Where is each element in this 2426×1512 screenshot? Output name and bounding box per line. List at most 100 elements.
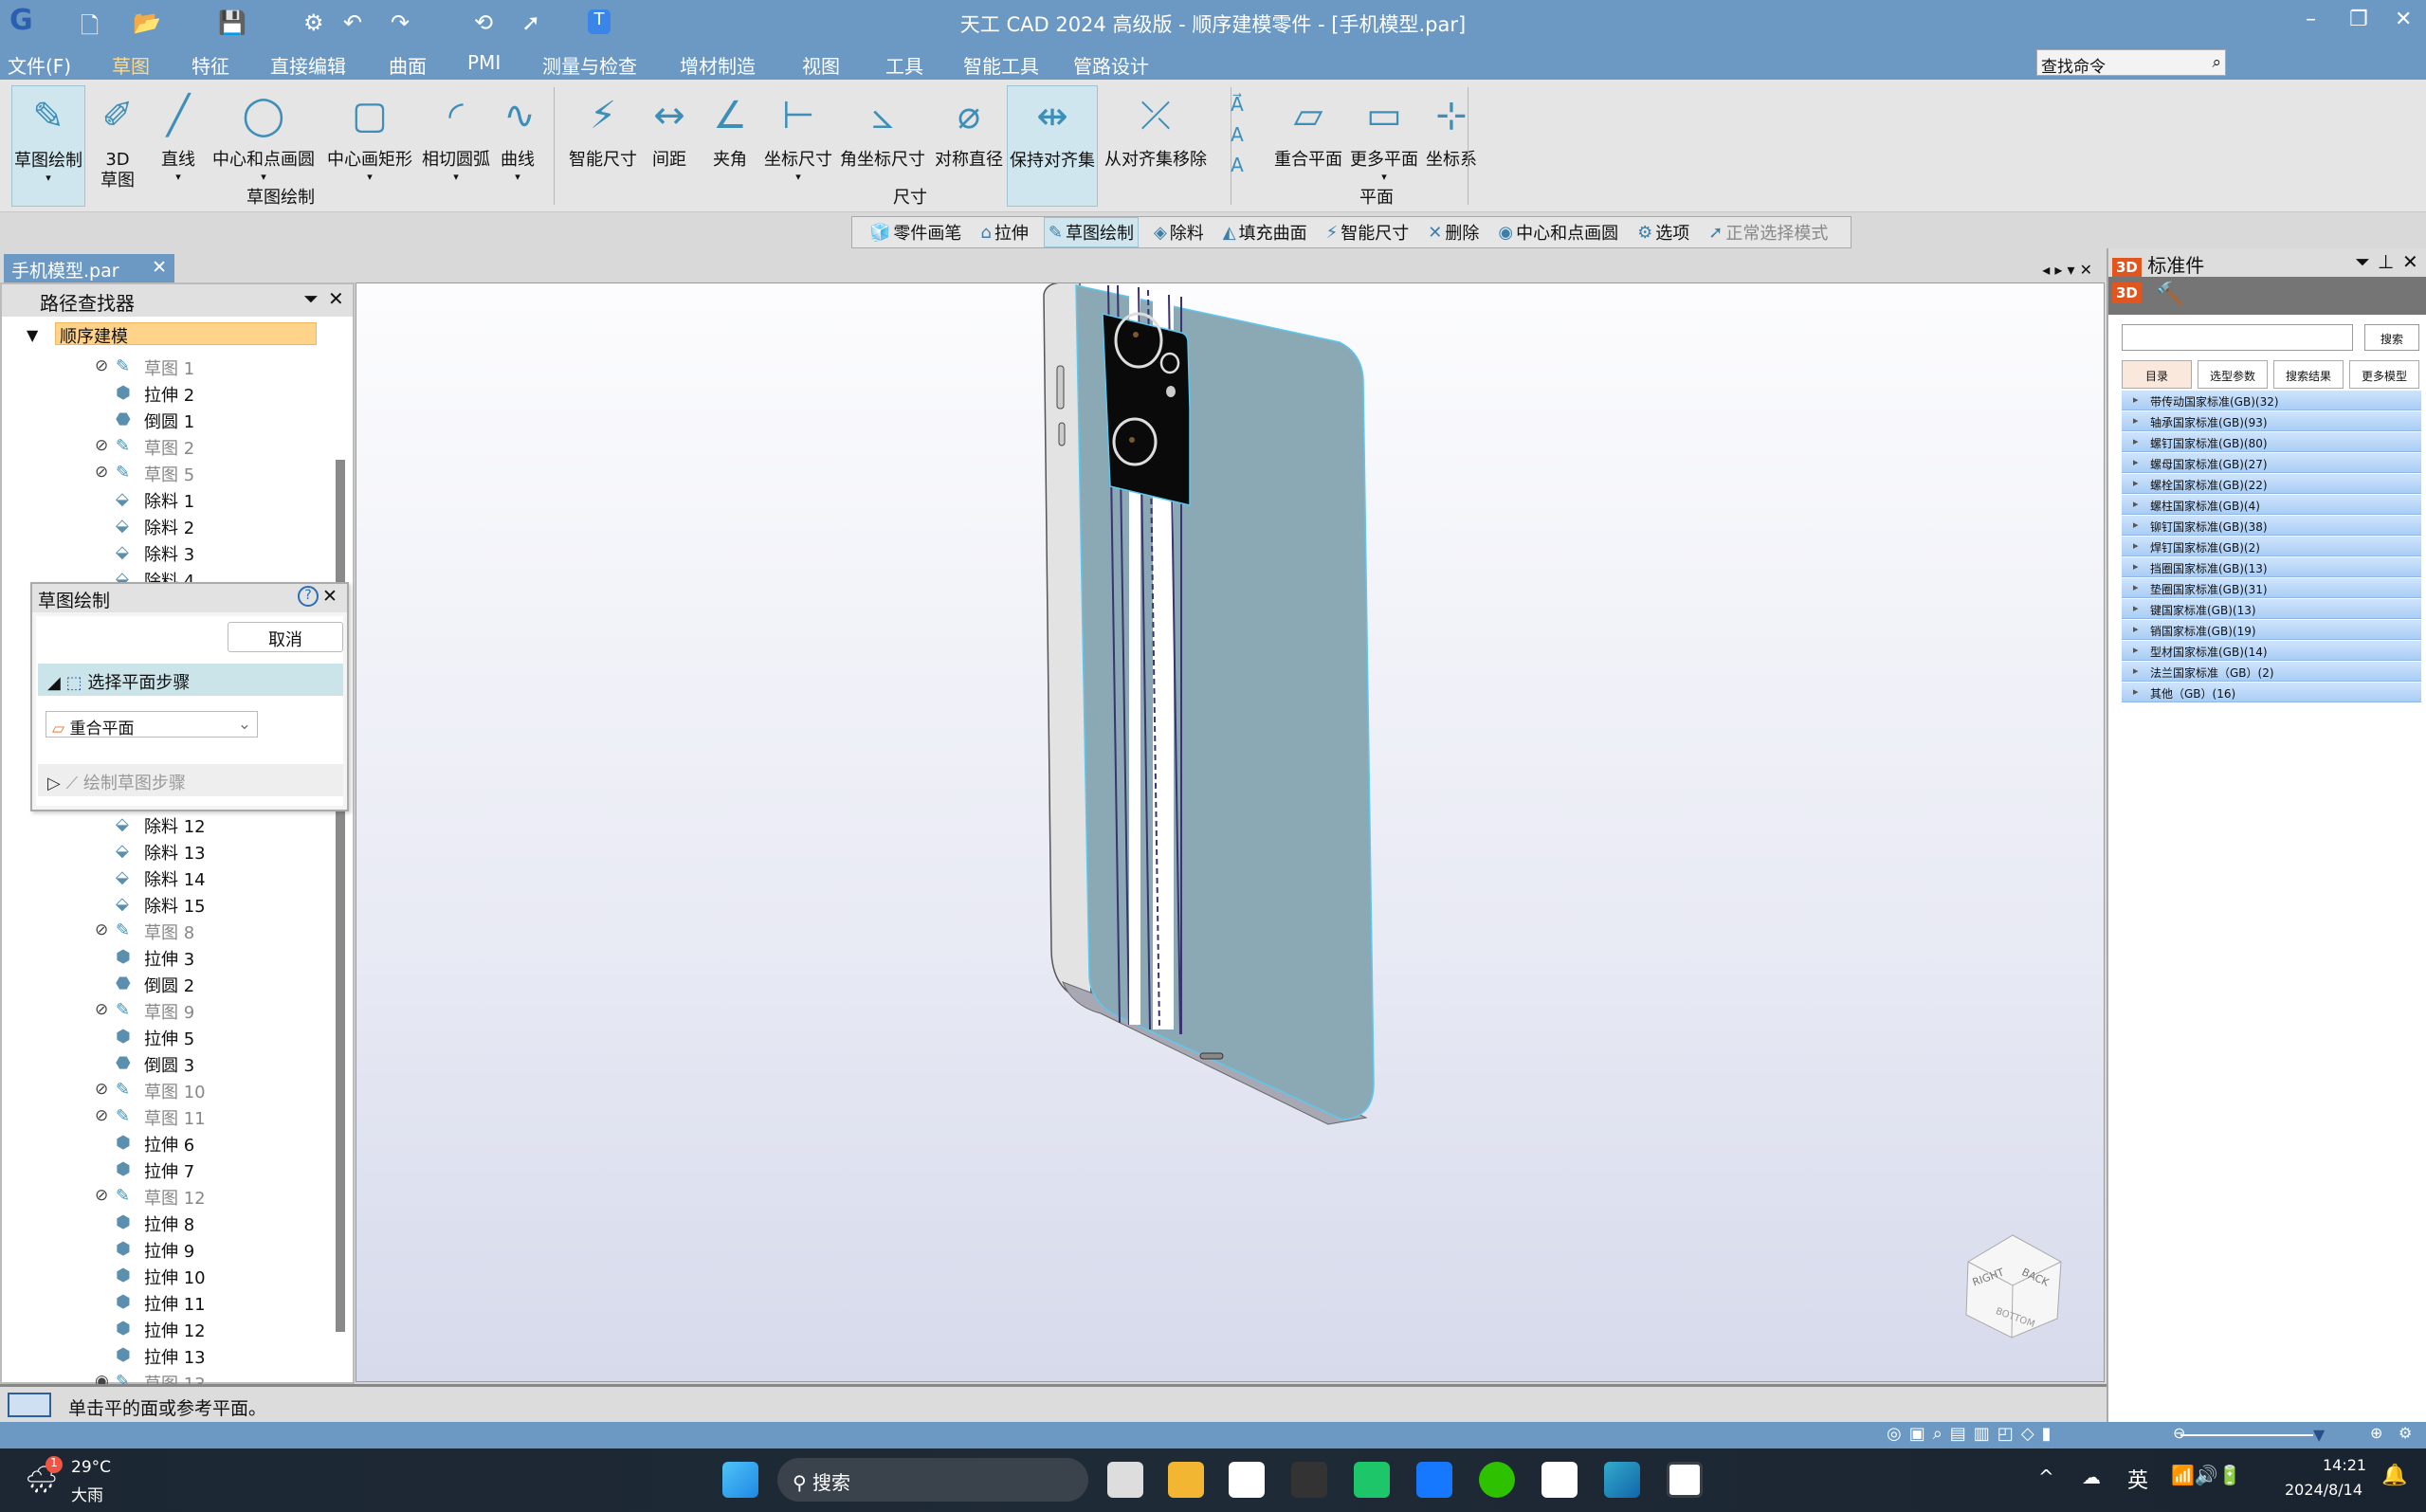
view-tool-icons[interactable]: ◎▣⌕▤▥◰◇▮ bbox=[1887, 1424, 2059, 1444]
hammer-icon[interactable]: 🔨 bbox=[2156, 281, 2184, 307]
zoom-slider[interactable] bbox=[2180, 1434, 2313, 1436]
search-icon[interactable]: ⌕ bbox=[2212, 53, 2221, 72]
app-icon[interactable] bbox=[1291, 1462, 1327, 1498]
command-1[interactable]: ⌂ 拉伸 bbox=[976, 218, 1031, 246]
menu-11[interactable]: 管路设计 bbox=[1073, 51, 1149, 79]
parts-category[interactable]: 法兰国家标准（GB）(2) bbox=[2122, 662, 2421, 682]
parts-category[interactable]: 螺钉国家标准(GB)(80) bbox=[2122, 432, 2421, 452]
menu-1[interactable]: 草图 bbox=[112, 51, 150, 83]
ribbon-button-arc[interactable]: ◜ 相切圆弧 ▾ bbox=[415, 85, 497, 207]
collapse-triangle-icon[interactable]: ▼ bbox=[27, 326, 38, 344]
command-5[interactable]: ⚡ 智能尺寸 bbox=[1322, 218, 1414, 246]
minimize-button[interactable]: – bbox=[2306, 8, 2316, 31]
hidden-eye-icon[interactable]: ⊘ bbox=[95, 1080, 108, 1099]
hidden-eye-icon[interactable]: ⊘ bbox=[95, 436, 108, 455]
parts-category[interactable]: 型材国家标准(GB)(14) bbox=[2122, 641, 2421, 661]
parts-category[interactable]: 销国家标准(GB)(19) bbox=[2122, 620, 2421, 640]
ribbon-small-icons[interactable]: A⃗ A A bbox=[1223, 89, 1251, 180]
clock-time[interactable]: 14:21 bbox=[2323, 1456, 2366, 1474]
3d-viewport[interactable]: ◂ ▸ ▾ ✕ RIGHT BACK BOTTOM bbox=[356, 261, 2106, 1383]
parts-category[interactable]: 垫圈国家标准(GB)(31) bbox=[2122, 578, 2421, 598]
hidden-eye-icon[interactable]: ⊘ bbox=[95, 463, 108, 482]
ribbon-button-coordinate-dimension[interactable]: ⊢ 坐标尺寸 ▾ bbox=[762, 85, 834, 207]
command-2[interactable]: ✎ 草图绘制 bbox=[1043, 217, 1139, 247]
file-explorer-icon[interactable] bbox=[1168, 1462, 1204, 1498]
parts-category[interactable]: 带传动国家标准(GB)(32) bbox=[2122, 391, 2421, 410]
start-button[interactable] bbox=[722, 1462, 758, 1498]
menu-3[interactable]: 直接编辑 bbox=[270, 51, 346, 79]
ribbon-button-coordinate-system[interactable]: ⊹ 坐标系 bbox=[1420, 85, 1483, 207]
parts-category[interactable]: 其他（GB）(16) bbox=[2122, 683, 2421, 702]
command-0[interactable]: 🧊 零件画笔 bbox=[866, 218, 965, 246]
close-tab-icon[interactable]: ✕ bbox=[152, 257, 167, 278]
panel-close-icon[interactable]: ✕ bbox=[328, 287, 344, 310]
panel-close-icon[interactable]: ✕ bbox=[2402, 250, 2418, 273]
cloud-icon[interactable]: ☁ bbox=[2082, 1466, 2101, 1488]
menu-5[interactable]: PMI bbox=[467, 51, 501, 74]
menu-7[interactable]: 增材制造 bbox=[680, 51, 756, 79]
parts-category[interactable]: 键国家标准(GB)(13) bbox=[2122, 599, 2421, 619]
ribbon-button-keep-alignment[interactable]: ⇹ 保持对齐集 bbox=[1007, 85, 1098, 207]
3d-parts-icon[interactable]: 3D bbox=[2112, 282, 2142, 303]
menu-0[interactable]: 文件(F) bbox=[8, 51, 71, 79]
app-green-icon[interactable] bbox=[1354, 1462, 1390, 1498]
command-6[interactable]: ✕ 删除 bbox=[1424, 218, 1483, 246]
command-4[interactable]: ◭ 填充曲面 bbox=[1219, 218, 1311, 246]
close-button[interactable]: ✕ bbox=[2395, 8, 2412, 31]
panel-menu-icon[interactable]: ⏷ bbox=[2355, 250, 2370, 273]
hidden-eye-icon[interactable]: ⊘ bbox=[95, 1000, 108, 1019]
ribbon-button-symmetric-diameter[interactable]: ⌀ 对称直径 bbox=[929, 85, 1009, 207]
parts-category[interactable]: 挡圈国家标准(GB)(13) bbox=[2122, 557, 2421, 577]
pin-icon[interactable]: ⊥ bbox=[2378, 250, 2394, 273]
parts-tab-1[interactable]: 选型参数 bbox=[2198, 360, 2268, 389]
document-tab[interactable]: 手机模型.par ✕ bbox=[4, 254, 174, 282]
ime-indicator[interactable]: 英 bbox=[2127, 1464, 2148, 1494]
command-3[interactable]: ◈ 除料 bbox=[1150, 218, 1208, 246]
app-blue-icon[interactable] bbox=[1416, 1462, 1452, 1498]
menu-6[interactable]: 测量与检查 bbox=[542, 51, 637, 79]
ribbon-button-smart-dimension[interactable]: ⚡ 智能尺寸 bbox=[565, 85, 641, 207]
parts-search-button[interactable]: 搜索 bbox=[2364, 324, 2419, 351]
command-7[interactable]: ◉ 中心和点画圆 bbox=[1494, 218, 1622, 246]
menu-9[interactable]: 工具 bbox=[885, 51, 923, 79]
clock-date[interactable]: 2024/8/14 bbox=[2285, 1481, 2362, 1499]
restore-button[interactable]: ❐ bbox=[2349, 8, 2368, 31]
zoom-out-icon[interactable]: ⊖ bbox=[2173, 1424, 2185, 1442]
find-command-input[interactable]: 查找命令 ⌕ bbox=[2036, 49, 2226, 77]
ribbon-button-sketch-pencil[interactable]: ✎ 草图绘制 ▾ bbox=[11, 85, 85, 207]
phone-model[interactable] bbox=[356, 283, 2106, 1383]
plane-dropdown[interactable]: ▱ 重合平面 ⌄ bbox=[46, 711, 258, 738]
parts-tab-0[interactable]: 目录 bbox=[2122, 360, 2192, 389]
parts-category[interactable]: 轴承国家标准(GB)(93) bbox=[2122, 411, 2421, 431]
taskbar-search[interactable]: ⚲ 搜索 bbox=[777, 1458, 1088, 1502]
parts-category[interactable]: 螺栓国家标准(GB)(22) bbox=[2122, 474, 2421, 494]
parts-tab-3[interactable]: 更多模型 bbox=[2349, 360, 2419, 389]
tiangong-cad-icon[interactable] bbox=[1667, 1462, 1703, 1498]
tray-expand-icon[interactable]: ^ bbox=[2038, 1466, 2054, 1488]
view-cube[interactable]: RIGHT BACK BOTTOM bbox=[1962, 1233, 2063, 1339]
tree-root[interactable]: 顺序建模 bbox=[55, 322, 317, 347]
ribbon-button-distance[interactable]: ↔ 间距 bbox=[645, 85, 694, 207]
menu-4[interactable]: 曲面 bbox=[389, 51, 427, 79]
parts-category[interactable]: 螺柱国家标准(GB)(4) bbox=[2122, 495, 2421, 515]
wifi-volume-battery-icons[interactable]: 📶🔊🔋 bbox=[2171, 1464, 2242, 1486]
step-draw-sketch[interactable]: ▷ ⟋ 绘制草图步骤 bbox=[38, 764, 343, 796]
help-icon[interactable]: ? bbox=[298, 586, 319, 607]
notification-bell-icon[interactable]: 🔔 bbox=[2381, 1464, 2407, 1487]
ribbon-button-coincident-plane[interactable]: ▱ 重合平面 bbox=[1270, 85, 1346, 207]
menu-10[interactable]: 智能工具 bbox=[963, 51, 1039, 79]
qq-icon[interactable] bbox=[1541, 1462, 1578, 1498]
microsoft-store-icon[interactable] bbox=[1229, 1462, 1265, 1498]
hidden-eye-icon[interactable]: ⊘ bbox=[95, 920, 108, 939]
zoom-in-icon[interactable]: ⊕ bbox=[2370, 1424, 2382, 1442]
parts-category[interactable]: 铆钉国家标准(GB)(38) bbox=[2122, 516, 2421, 536]
cancel-button[interactable]: 取消 bbox=[228, 622, 343, 652]
viewport-nav-icons[interactable]: ◂ ▸ ▾ ✕ bbox=[2042, 261, 2092, 279]
parts-category[interactable]: 螺母国家标准(GB)(27) bbox=[2122, 453, 2421, 473]
parts-search-input[interactable] bbox=[2122, 324, 2353, 351]
parts-tab-2[interactable]: 搜索结果 bbox=[2273, 360, 2344, 389]
zoom-slider-thumb[interactable]: ▼ bbox=[2313, 1426, 2325, 1444]
ribbon-button-3d-sketch[interactable]: ✐ 3D 草图 bbox=[93, 85, 142, 207]
step-select-plane[interactable]: ◢ ⬚ 选择平面步骤 bbox=[38, 664, 343, 696]
parts-category[interactable]: 焊钉国家标准(GB)(2) bbox=[2122, 537, 2421, 556]
